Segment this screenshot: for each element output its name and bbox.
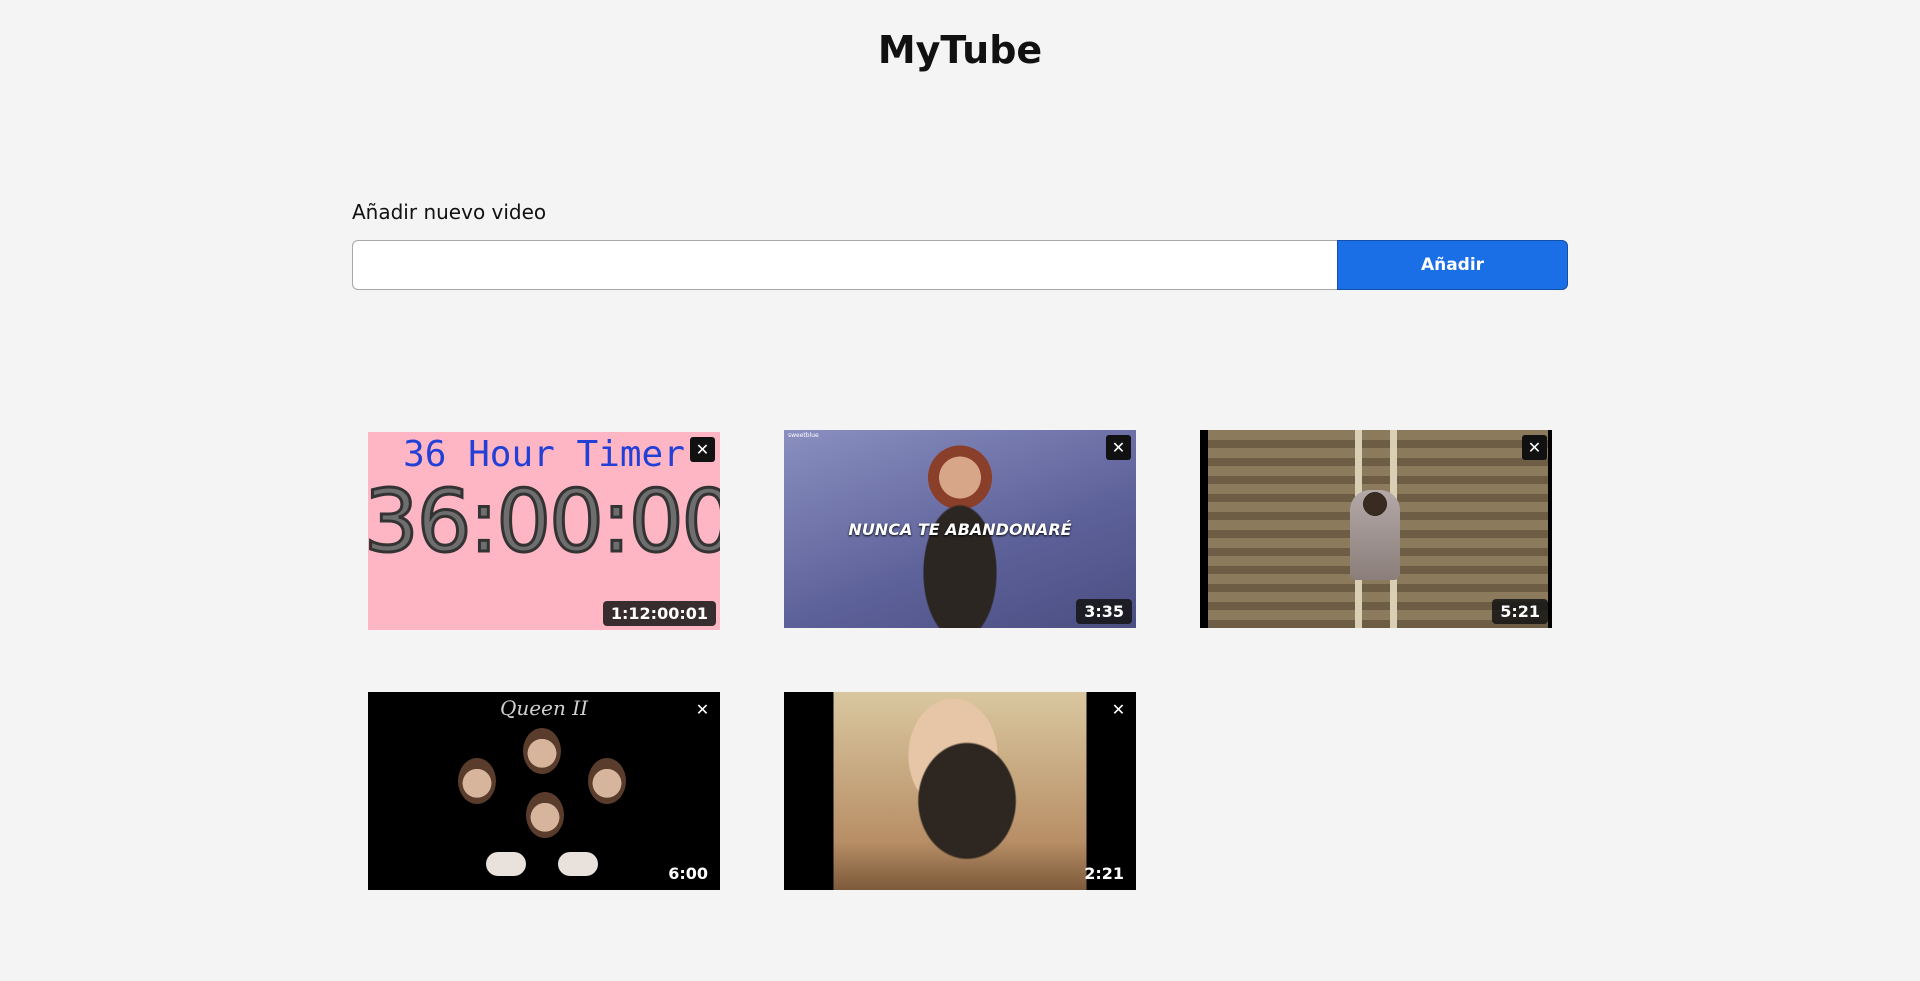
child-figure [1350,490,1400,580]
add-video-form: Añadir [352,240,1568,290]
hand [486,852,526,876]
face [523,728,561,774]
remove-video-button[interactable]: ✕ [1522,435,1547,460]
video-duration: 2:21 [1084,864,1124,883]
remove-video-button[interactable]: ✕ [1106,435,1131,460]
add-video-button[interactable]: Añadir [1337,240,1568,290]
face [458,758,496,804]
video-card[interactable]: Queen II ✕ 6:00 [368,692,720,890]
thumbnail-watermark: sweetblue [788,432,819,439]
video-duration: 6:00 [668,864,708,883]
video-url-input[interactable] [352,240,1337,290]
video-card[interactable]: 36 Hour Timer 36:00:00 ✕ 1:12:00:01 [368,432,720,630]
video-card[interactable]: ✕ 5:21 [1200,430,1552,628]
face [588,758,626,804]
video-duration: 3:35 [1076,599,1132,624]
video-card[interactable]: ✕ 2:21 [784,692,1136,890]
thumbnail-caption: NUNCA TE ABANDONARÉ [848,520,1072,539]
remove-video-button[interactable]: ✕ [690,697,715,722]
video-duration: 1:12:00:01 [602,601,716,626]
thumbnail-title: 36 Hour Timer [403,434,685,475]
add-video-label: Añadir nuevo video [352,200,547,224]
hand [558,852,598,876]
face [526,792,564,838]
video-card[interactable]: sweetblue NUNCA TE ABANDONARÉ ✕ 3:35 [784,430,1136,628]
app-title: MyTube [877,28,1043,72]
remove-video-button[interactable]: ✕ [1106,697,1131,722]
remove-video-button[interactable]: ✕ [690,437,715,462]
thumbnail-digits: 36:00:00 [368,471,720,574]
thumbnail-logo: Queen II [500,696,588,720]
video-duration: 5:21 [1492,599,1548,624]
